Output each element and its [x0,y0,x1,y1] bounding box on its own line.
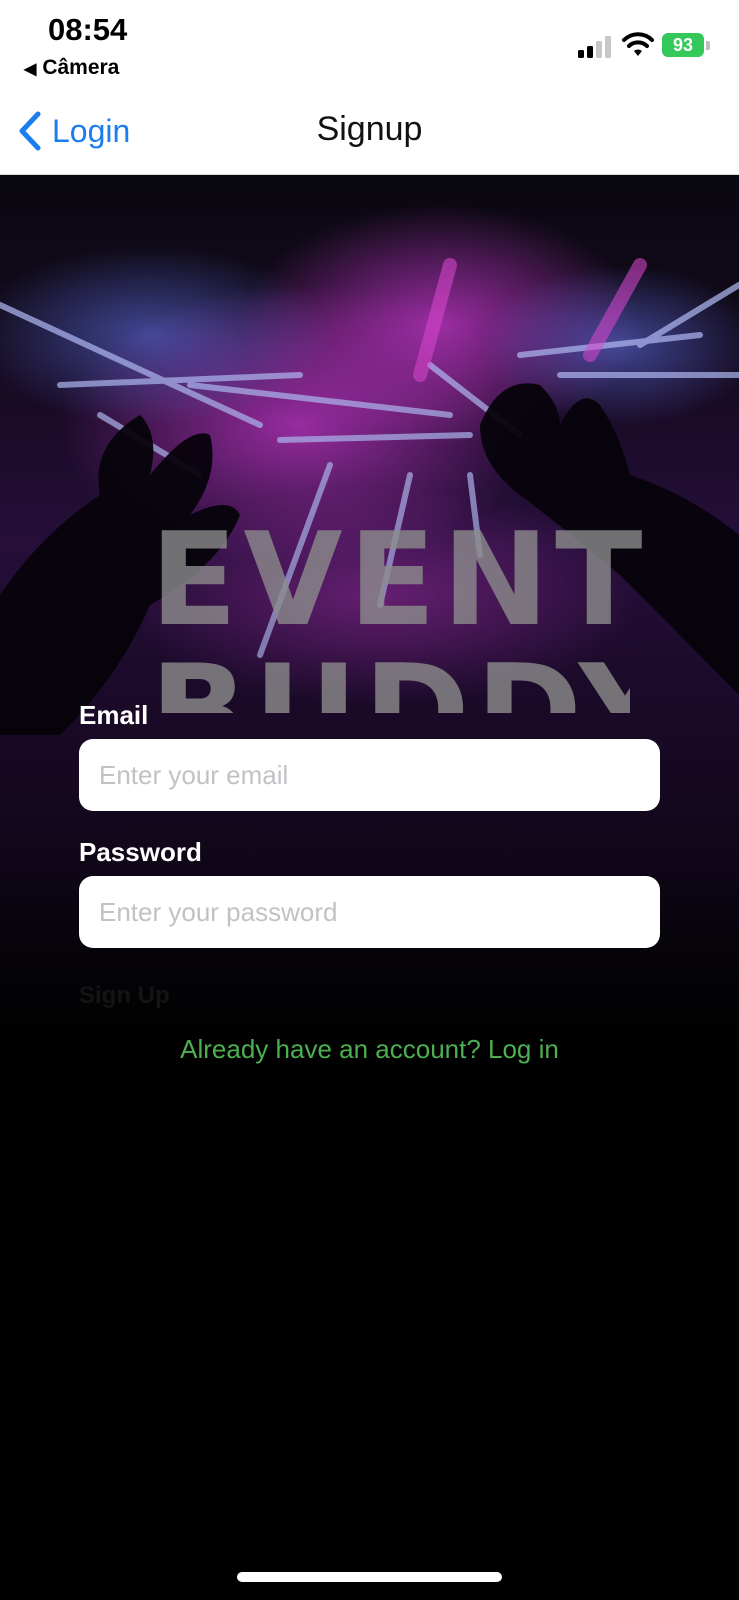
concert-background-image: EVENT BUDDY [0,175,739,1100]
battery-level: 93 [672,35,694,55]
home-indicator[interactable] [237,1572,502,1582]
signup-form: Email Password [79,700,660,948]
status-bar: 08:54 ◀ Câmera 93 [0,0,739,92]
battery-icon: 93 [662,33,704,57]
email-field[interactable] [79,739,660,811]
back-to-camera-link[interactable]: ◀ Câmera [24,56,119,80]
password-label: Password [79,837,202,867]
back-triangle-icon: ◀ [24,61,37,78]
logo-line-1: EVENT [150,506,649,655]
battery-cap [706,41,710,50]
navigation-bar: Login Signup [0,92,739,175]
wifi-icon [622,32,654,56]
signup-button[interactable]: Sign Up [79,982,170,1010]
back-app-label: Câmera [42,56,120,79]
password-field[interactable] [79,876,660,948]
email-label: Email [79,700,149,730]
login-link[interactable]: Already have an account? Log in [0,1034,739,1065]
cellular-signal-icon [578,36,611,58]
status-time: 08:54 [48,12,128,47]
event-buddy-logo: EVENT BUDDY [150,506,649,714]
page-title: Signup [316,110,423,148]
